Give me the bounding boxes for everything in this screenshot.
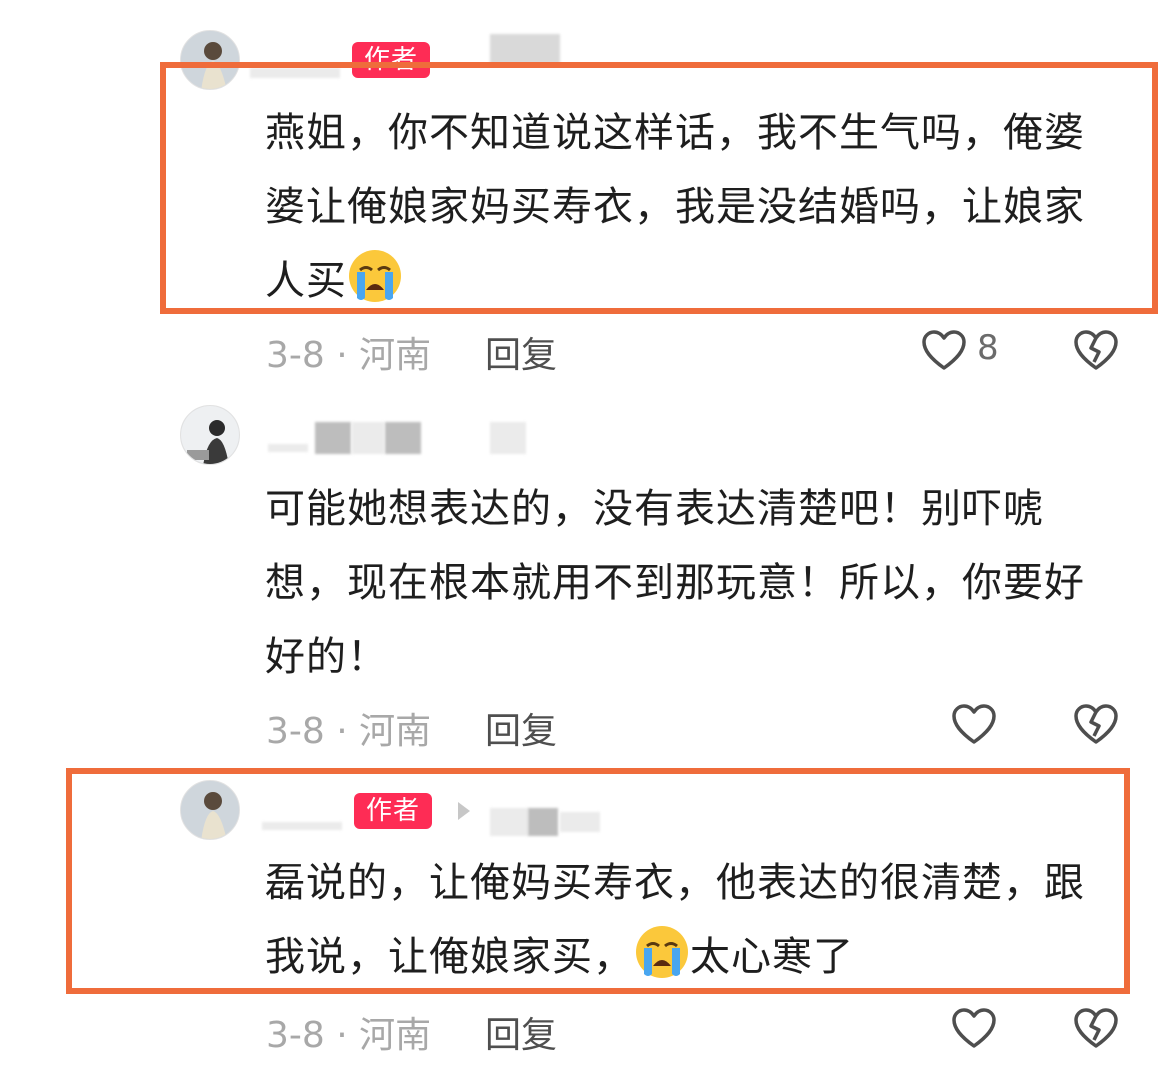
reply-button[interactable]: 回复 (485, 702, 557, 754)
loudly-crying-face-icon (347, 248, 403, 304)
username-blurred[interactable] (268, 444, 308, 452)
author-badge: 作者 (354, 793, 433, 829)
dislike-broken-heart-icon[interactable] (1072, 328, 1120, 372)
reply-target-blurred (490, 34, 560, 64)
user-avatar[interactable] (180, 405, 240, 465)
loudly-crying-face-icon (634, 924, 690, 980)
username-blurred[interactable] (385, 422, 421, 454)
reply-button[interactable]: 回复 (485, 326, 557, 378)
dislike-broken-heart-icon[interactable] (1072, 702, 1120, 746)
reply-button[interactable]: 回复 (485, 1006, 557, 1058)
comment-text-tail: 太心寒了 (690, 934, 854, 980)
username-blurred[interactable] (490, 422, 526, 454)
comment-date-location: 3-8 · 河南 (266, 1015, 432, 1056)
comment-date-location: 3-8 · 河南 (266, 711, 432, 752)
reply-arrow-icon (458, 802, 470, 820)
like-heart-icon[interactable] (920, 328, 968, 372)
comment-text: 磊说的，让俺妈买寿衣，他表达的很清楚，跟我说，让俺娘家买， 太心寒了 (265, 846, 1115, 994)
comment-text: 可能她想表达的，没有表达清楚吧！别吓唬想，现在根本就用不到那玩意！所以，你要好好… (265, 486, 1085, 680)
reply-target-blurred (528, 808, 558, 836)
reply-target-blurred (560, 812, 600, 832)
like-heart-icon[interactable] (950, 702, 998, 746)
dislike-broken-heart-icon[interactable] (1072, 1006, 1120, 1050)
username-blurred[interactable] (315, 422, 351, 454)
username-blurred[interactable] (262, 822, 342, 830)
like-count: 8 (977, 328, 999, 368)
comment-date-location: 3-8 · 河南 (266, 335, 432, 376)
like-heart-icon[interactable] (950, 1006, 998, 1050)
comment-text: 燕姐，你不知道说这样话，我不生气吗，俺婆婆让俺娘家妈买寿衣，我是没结婚吗，让娘家… (265, 96, 1115, 318)
reply-target-blurred (490, 808, 528, 836)
username-blurred[interactable] (352, 422, 384, 454)
